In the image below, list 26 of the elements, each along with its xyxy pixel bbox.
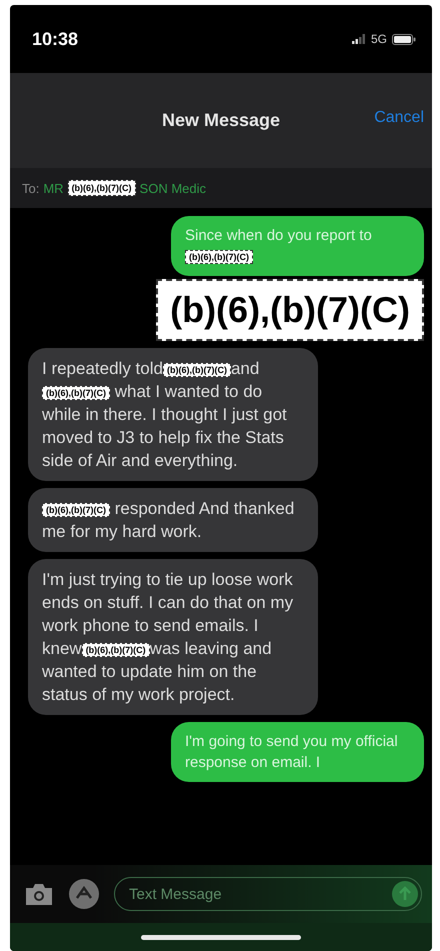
- cancel-button[interactable]: Cancel: [374, 109, 424, 127]
- redaction-label: (b)(6),(b)(7)(C): [42, 386, 110, 400]
- to-label: To:: [22, 180, 40, 196]
- battery-icon: [392, 34, 416, 44]
- redaction-label: (b)(6),(b)(7)(C): [42, 502, 110, 517]
- received-message: I'm just trying to tie up loose work ends on stuff. I can do that on my work phone to send emails. I knew (b)(6),(b)(7)(C) was leaving and wanted to update him on the status of my work project.: [28, 559, 318, 715]
- status-time: 10:38: [32, 28, 78, 50]
- sent-message: I'm going to send you my official response on email. I: [171, 722, 424, 782]
- redaction-label: (b)(6),(b)(7)(C): [82, 642, 150, 657]
- redaction-label: (b)(6),(b)(7)(C): [185, 250, 253, 264]
- received-message: (b)(6),(b)(7)(C) responded And thanked me for my hard work.: [28, 488, 318, 552]
- signal-icon: [352, 34, 366, 44]
- network-label: 5G: [370, 32, 387, 46]
- recipient-field[interactable]: To: MR (b)(6),(b)(7)(C) SON Medic: [10, 168, 432, 208]
- recipient-name: MR: [43, 180, 64, 196]
- send-icon[interactable]: [392, 881, 418, 907]
- sent-message: Since when do you report to (b)(6),(b)(7)(C): [171, 216, 424, 276]
- received-message: I repeatedly told (b)(6),(b)(7)(C) and (b)(6),(b)(7)(C) what I wanted to do while in there. I thought I just got moved to J3 to help fix the Stats side of Air and everything.: [28, 348, 318, 481]
- apps-icon[interactable]: [68, 878, 100, 910]
- header-title: New Message: [162, 110, 280, 131]
- camera-icon[interactable]: [24, 882, 54, 906]
- redaction-label: (b)(6),(b)(7)(C): [156, 279, 424, 341]
- redaction-label: (b)(6),(b)(7)(C): [68, 180, 136, 196]
- redaction-label: (b)(6),(b)(7)(C): [162, 362, 231, 377]
- recipient-name: SON Medic: [140, 180, 206, 196]
- message-input-field[interactable]: Text Message: [114, 877, 422, 911]
